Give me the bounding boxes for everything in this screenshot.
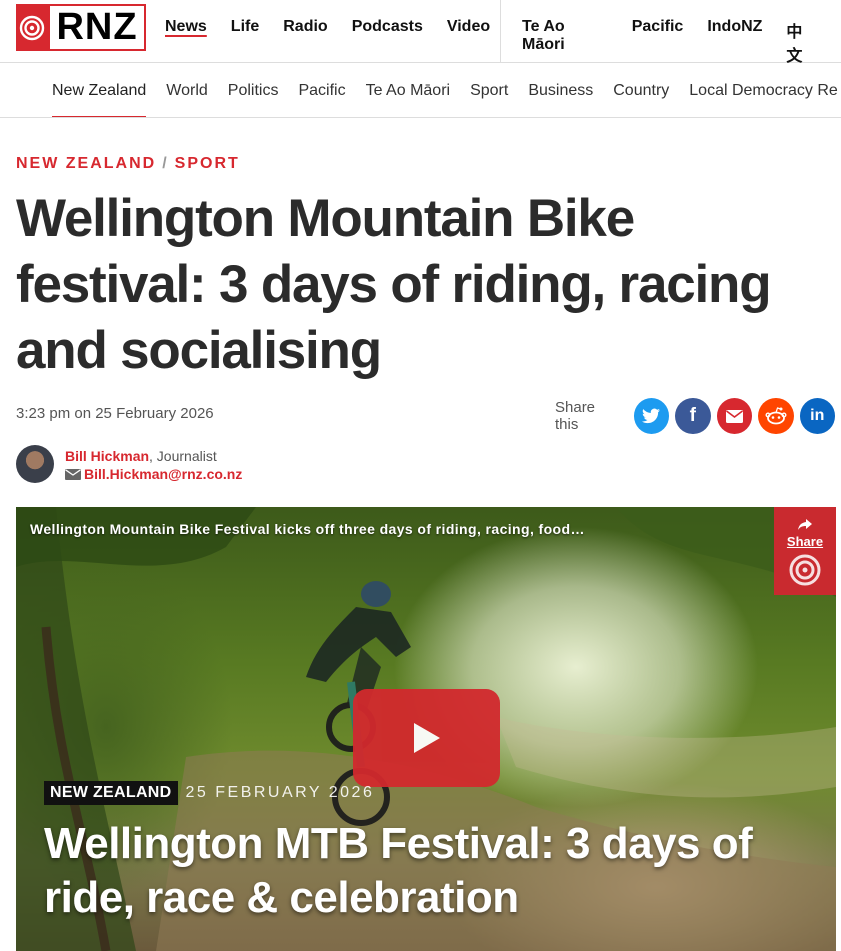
author-email-link[interactable]: Bill.Hickman@rnz.co.nz (84, 466, 242, 482)
subnav-te-ao-maori[interactable]: Te Ao Māori (366, 63, 450, 117)
rnz-logo[interactable]: RNZ (16, 4, 146, 51)
subnav-sport[interactable]: Sport (470, 63, 508, 117)
email-share-button[interactable] (716, 398, 753, 434)
section-subnav: New Zealand World Politics Pacific Te Ao Māo… (0, 63, 841, 118)
subnav-pacific[interactable]: Pacific (298, 63, 345, 117)
top-navigation: RNZ News Life Radio Podcasts Video Te Ao… (0, 0, 841, 66)
facebook-share-button[interactable]: f (675, 398, 711, 434)
author-byline: Bill Hickman, Journalist Bill.Hickman@rn… (16, 445, 242, 484)
video-section-tag: NEW ZEALAND (44, 781, 178, 805)
nav-news[interactable]: News (165, 18, 207, 36)
video-share-button[interactable]: Share (774, 507, 836, 595)
linkedin-share-button[interactable]: in (799, 398, 835, 434)
nav-divider (500, 0, 501, 63)
breadcrumb: NEW ZEALAND / SPORT (16, 155, 240, 173)
video-date: 25 FEBRUARY 2026 (185, 784, 375, 801)
article-timestamp: 3:23 pm on 25 February 2026 (16, 405, 214, 422)
nav-pacific[interactable]: Pacific (632, 18, 684, 66)
play-icon (413, 723, 440, 753)
article-title: Wellington Mountain Bike festival: 3 day… (16, 189, 772, 380)
subnav-new-zealand[interactable]: New Zealand (52, 63, 147, 117)
nav-video[interactable]: Video (447, 18, 490, 36)
mail-icon (65, 466, 81, 484)
twitter-icon (642, 408, 661, 424)
author-avatar (16, 445, 54, 483)
breadcrumb-sport[interactable]: SPORT (175, 155, 240, 172)
video-play-button[interactable] (353, 689, 500, 787)
subnav-local-democracy[interactable]: Local Democracy Re (689, 63, 838, 117)
logo-text: RNZ (56, 6, 138, 48)
author-role: , Journalist (149, 448, 217, 464)
nav-podcasts[interactable]: Podcasts (352, 18, 423, 36)
nav-radio[interactable]: Radio (283, 18, 327, 36)
rnz-logo-mark-icon (16, 4, 48, 51)
subnav-world[interactable]: World (166, 63, 208, 117)
reddit-share-button[interactable] (758, 398, 794, 434)
subnav-business[interactable]: Business (528, 63, 593, 117)
video-headline: Wellington MTB Festival: 3 days of ride,… (44, 819, 753, 922)
nav-te-ao-maori[interactable]: Te Ao Māori (522, 18, 608, 66)
reddit-icon (765, 407, 787, 425)
subnav-country[interactable]: Country (613, 63, 669, 117)
video-overlay-meta: NEW ZEALAND 25 FEBRUARY 2026 (44, 781, 374, 805)
rnz-watermark-icon (789, 554, 821, 586)
nav-life[interactable]: Life (231, 18, 259, 36)
video-share-label: Share (786, 534, 824, 549)
nav-chinese[interactable]: 中文 (786, 18, 817, 66)
breadcrumb-separator: / (162, 155, 169, 172)
subnav-politics[interactable]: Politics (228, 63, 279, 117)
main-nav: News Life Radio Podcasts Video (165, 18, 514, 36)
secondary-nav: Te Ao Māori Pacific IndoNZ 中文 (522, 18, 841, 66)
facebook-icon: f (689, 405, 696, 426)
twitter-share-button[interactable] (633, 398, 670, 434)
author-name-link[interactable]: Bill Hickman (65, 448, 149, 464)
linkedin-icon: in (810, 407, 825, 424)
share-icon (798, 519, 812, 530)
breadcrumb-new-zealand[interactable]: NEW ZEALAND (16, 155, 156, 172)
video-title[interactable]: Wellington Mountain Bike Festival kicks … (30, 521, 585, 537)
share-bar: Share this f in (555, 398, 841, 434)
video-player[interactable]: Wellington Mountain Bike Festival kicks … (16, 507, 836, 951)
nav-indonz[interactable]: IndoNZ (707, 18, 762, 66)
mail-icon (725, 409, 743, 423)
share-label: Share this (555, 399, 596, 433)
